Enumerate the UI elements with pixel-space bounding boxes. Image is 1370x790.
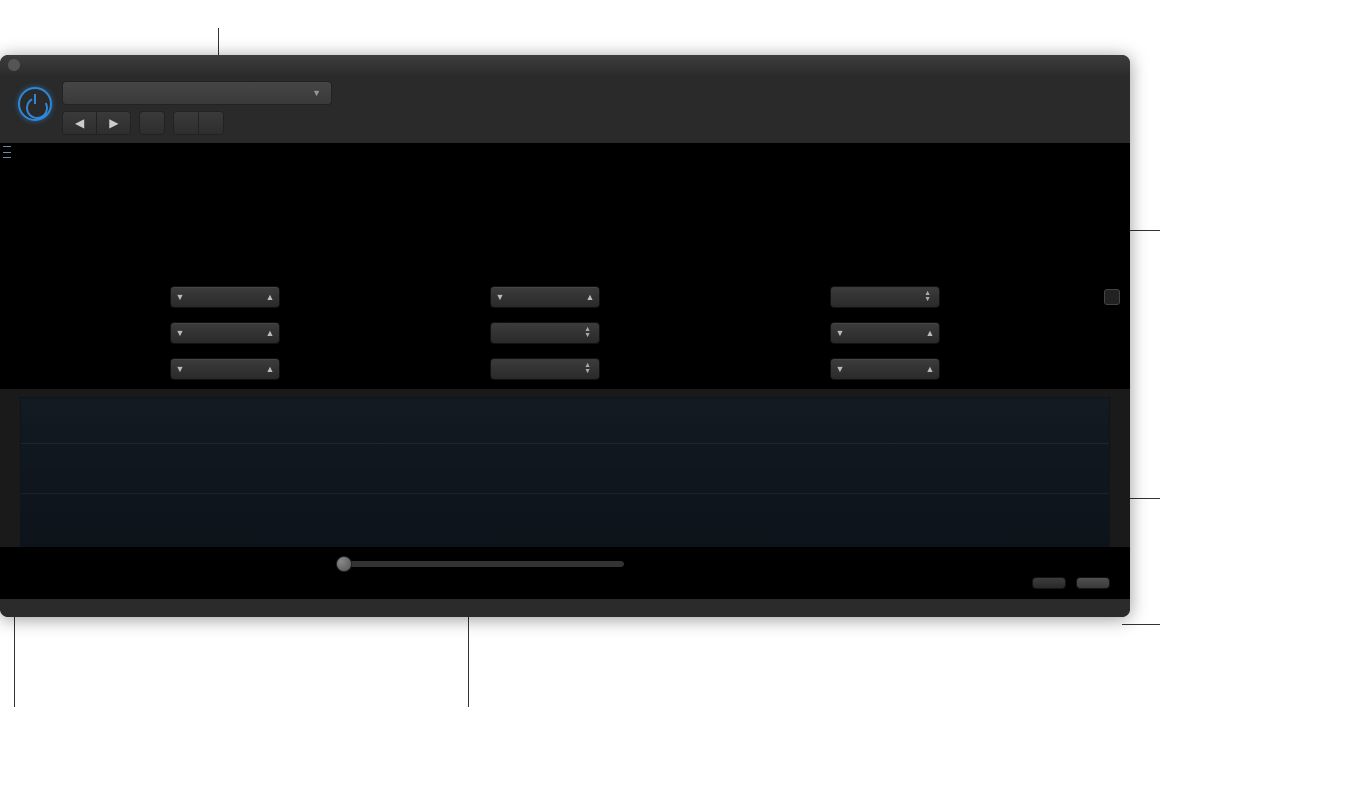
plugin-toolbar: ▼ ◀ ▶: [0, 75, 1130, 143]
bottom-button-row: [0, 571, 1130, 599]
vel-resp-select[interactable]: ▲▼: [490, 358, 600, 380]
callout-line: [1122, 624, 1160, 625]
preset-menu[interactable]: ▼: [62, 81, 332, 105]
stepper-down-icon[interactable]: ▼: [491, 292, 509, 302]
preset-next-button[interactable]: ▶: [96, 112, 130, 134]
input-gain-row: [0, 547, 1130, 571]
select-caret-icon: ▲▼: [584, 327, 591, 339]
stepper-up-icon[interactable]: ▲: [261, 364, 279, 374]
main-controls: ▼ ▲ ▼ ▲ ▲▼: [0, 273, 1130, 389]
sustain-stepper[interactable]: ▼ ▲: [490, 286, 600, 308]
range-start-stepper[interactable]: ▼ ▲: [170, 286, 280, 308]
vel-layers-select[interactable]: ▲▼: [490, 322, 600, 344]
range-grip-left[interactable]: [3, 146, 11, 158]
display-grid-line: [21, 443, 1109, 444]
sample-every-stepper[interactable]: ▼ ▲: [170, 358, 280, 380]
select-caret-icon: ▲▼: [584, 363, 591, 375]
stepper-up-icon[interactable]: ▲: [581, 292, 599, 302]
copy-paste-seg: [173, 111, 224, 135]
keyboard-section: [0, 143, 1130, 273]
paste-button[interactable]: [198, 112, 223, 134]
stepper-up-icon[interactable]: ▲: [261, 328, 279, 338]
stepper-up-icon[interactable]: ▲: [921, 328, 939, 338]
copy-button[interactable]: [174, 112, 198, 134]
stepper-down-icon[interactable]: ▼: [171, 328, 189, 338]
plugin-window: ▼ ◀ ▶: [0, 55, 1130, 617]
stepper-down-icon[interactable]: ▼: [831, 364, 849, 374]
plugin-footer: [0, 599, 1130, 617]
al-start-stepper[interactable]: ▼ ▲: [830, 322, 940, 344]
auto-loop-select[interactable]: ▲▼: [830, 286, 940, 308]
callout-line: [468, 605, 469, 707]
display-grid-line: [21, 493, 1109, 494]
stepper-down-icon[interactable]: ▼: [171, 292, 189, 302]
keyboard[interactable]: [0, 161, 1130, 265]
one-shot-checkbox[interactable]: [1104, 289, 1120, 305]
preset-prev-button[interactable]: ◀: [63, 112, 96, 134]
waveform-display: [20, 397, 1110, 547]
stepper-up-icon[interactable]: ▲: [261, 292, 279, 302]
preset-prev-next: ◀ ▶: [62, 111, 131, 135]
stepper-up-icon[interactable]: ▲: [921, 364, 939, 374]
slider-thumb[interactable]: [336, 556, 352, 572]
range-header: [0, 143, 1130, 161]
input-gain-slider[interactable]: [344, 561, 624, 567]
octave-labels: [0, 265, 1130, 269]
power-button[interactable]: [18, 87, 52, 121]
display-ticks: [21, 526, 1109, 544]
sample-button[interactable]: [1076, 577, 1110, 589]
stepper-down-icon[interactable]: ▼: [171, 364, 189, 374]
stepper-down-icon[interactable]: ▼: [831, 328, 849, 338]
al-end-stepper[interactable]: ▼ ▲: [830, 358, 940, 380]
compare-button[interactable]: [139, 111, 165, 135]
cancel-button[interactable]: [1032, 577, 1066, 589]
chevron-down-icon: ▼: [312, 88, 321, 98]
select-caret-icon: ▲▼: [924, 291, 931, 303]
window-titlebar: [0, 55, 1130, 75]
range-end-stepper[interactable]: ▼ ▲: [170, 322, 280, 344]
close-icon[interactable]: [8, 59, 20, 71]
